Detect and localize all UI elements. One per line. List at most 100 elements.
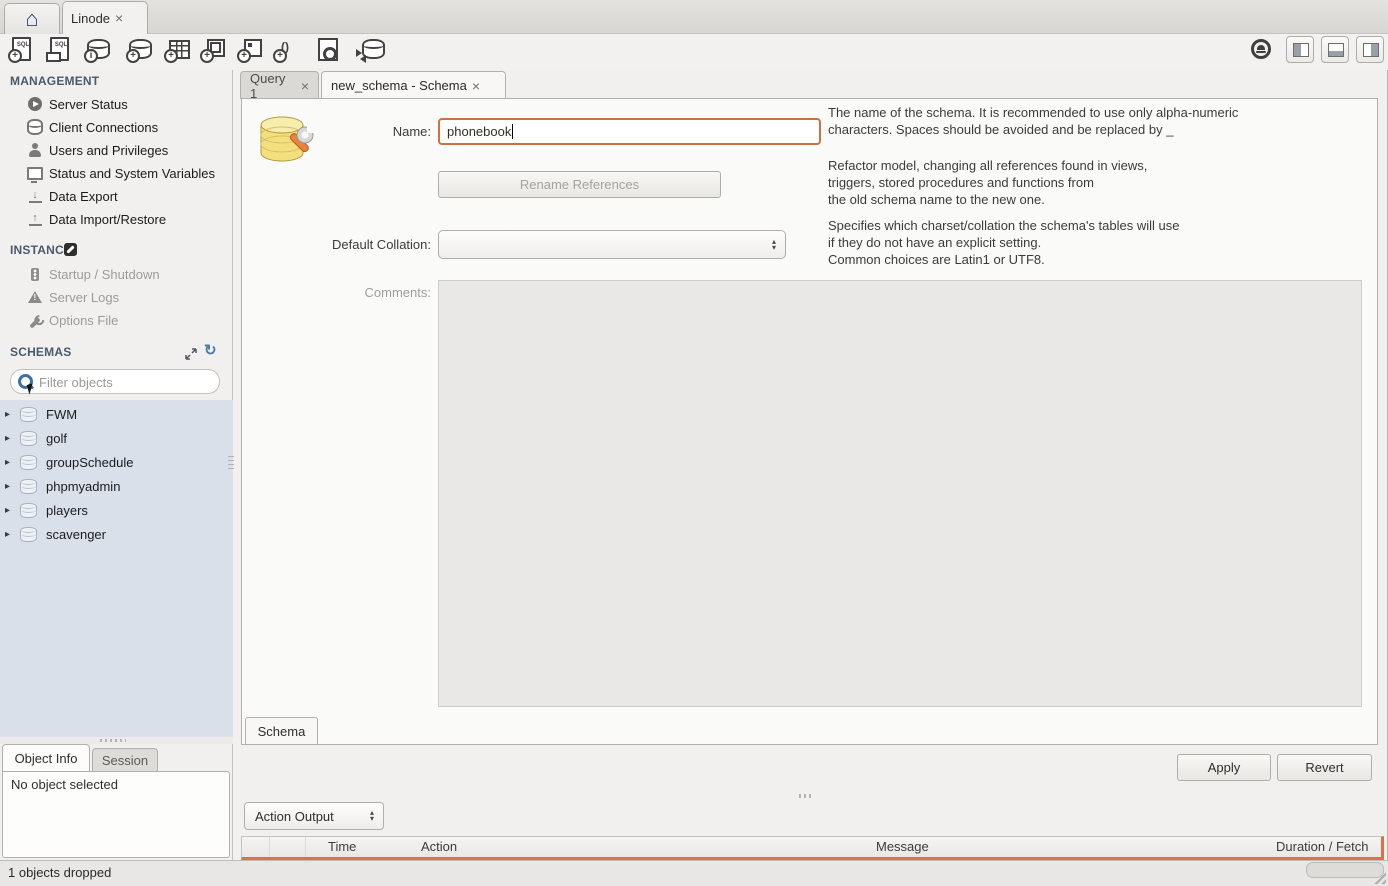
- collation-label: Default Collation:: [282, 237, 431, 252]
- reconnect-dbms-icon[interactable]: [355, 37, 381, 63]
- toggle-right-panel-button[interactable]: [1356, 36, 1384, 63]
- expand-arrow-icon[interactable]: ▸: [5, 433, 16, 444]
- search-table-data-icon[interactable]: [313, 37, 339, 63]
- sidebar-item-server-status[interactable]: Server Status: [0, 93, 233, 115]
- plus-badge-icon: +: [8, 49, 22, 63]
- selector-label: Action Output: [255, 809, 334, 824]
- sidebar-item-data-export[interactable]: ↓ Data Export: [0, 185, 233, 207]
- tab-query-1[interactable]: Query 1 ×: [240, 71, 319, 99]
- spinner-icon: ▴▾: [370, 810, 374, 822]
- notification-icon[interactable]: [1251, 39, 1271, 59]
- schema-editor-panel: Name: phonebook The name of the schema. …: [241, 98, 1378, 745]
- button-label: Revert: [1305, 760, 1343, 775]
- procedure-inner-shape: [248, 43, 252, 47]
- sidebar-vertical-splitter[interactable]: [228, 456, 234, 470]
- instance-wrench-icon: [64, 243, 77, 256]
- schema-list-item-golf[interactable]: ▸ golf: [0, 426, 233, 450]
- startup-shutdown-icon: [27, 268, 43, 281]
- schema-name-label: golf: [46, 431, 67, 446]
- schema-name-input[interactable]: phonebook: [438, 118, 821, 145]
- create-procedure-icon[interactable]: +: [237, 37, 263, 63]
- create-function-icon[interactable]: () +: [273, 37, 299, 63]
- schema-filter-input[interactable]: [37, 372, 217, 393]
- tab-new-schema[interactable]: new_schema - Schema ×: [321, 71, 506, 99]
- apply-button[interactable]: Apply: [1177, 754, 1271, 781]
- schema-name-label: scavenger: [46, 527, 106, 542]
- create-table-icon[interactable]: +: [164, 37, 190, 63]
- panel-left-icon: [1293, 43, 1309, 57]
- schema-name-label: FWM: [46, 407, 77, 422]
- schema-list-item-fwm[interactable]: ▸ FWM: [0, 402, 233, 426]
- horizontal-scrollbar-thumb[interactable]: [1306, 862, 1384, 878]
- create-view-icon[interactable]: +: [200, 37, 226, 63]
- sidebar-item-label: Data Export: [49, 189, 118, 204]
- toggle-left-panel-button[interactable]: [1286, 36, 1314, 63]
- revert-button[interactable]: Revert: [1277, 754, 1372, 781]
- sql-label: SQL: [12, 42, 34, 48]
- tab-object-info[interactable]: Object Info: [2, 744, 90, 771]
- schema-list-item-groupschedule[interactable]: ▸ groupSchedule: [0, 450, 233, 474]
- output-col-action: Action: [421, 839, 457, 854]
- sidebar-item-options-file[interactable]: Options File: [0, 309, 233, 331]
- action-output-selector[interactable]: Action Output ▴▾: [244, 802, 384, 830]
- expand-arrow-icon[interactable]: ▸: [5, 409, 16, 420]
- schema-name-label: phpmyadmin: [46, 479, 120, 494]
- window-tab-bar: ⌂ Linode ×: [0, 0, 1388, 34]
- output-horizontal-splitter[interactable]: [241, 791, 1384, 800]
- create-schema-icon[interactable]: +: [126, 37, 152, 63]
- expand-schemas-icon[interactable]: [184, 347, 198, 361]
- schema-inspector-icon[interactable]: i: [84, 37, 110, 63]
- close-icon[interactable]: ×: [301, 78, 309, 94]
- rename-references-button[interactable]: Rename References: [438, 171, 721, 198]
- toggle-bottom-panel-button[interactable]: [1321, 36, 1349, 63]
- expand-arrow-icon[interactable]: ▸: [5, 481, 16, 492]
- sidebar-item-client-connections[interactable]: Client Connections: [0, 116, 233, 138]
- sidebar-item-system-variables[interactable]: Status and System Variables: [0, 162, 233, 184]
- sidebar-horizontal-splitter[interactable]: [0, 737, 233, 744]
- info-badge-icon: i: [84, 49, 98, 63]
- schema-list-item-players[interactable]: ▸ players: [0, 498, 233, 522]
- collation-dropdown[interactable]: ▴▾: [438, 230, 786, 259]
- connection-tab[interactable]: Linode ×: [62, 1, 148, 34]
- home-tab[interactable]: ⌂: [4, 3, 60, 34]
- comments-textarea[interactable]: [438, 280, 1362, 707]
- sidebar-item-label: Users and Privileges: [49, 143, 168, 158]
- schema-icon: [20, 407, 37, 422]
- server-logs-icon: [27, 291, 43, 303]
- refresh-schemas-icon[interactable]: ↻: [204, 344, 217, 358]
- open-sql-script-icon[interactable]: SQL: [46, 37, 72, 63]
- name-label: Name:: [282, 124, 431, 139]
- expand-arrow-icon[interactable]: ▸: [5, 457, 16, 468]
- text-caret: [512, 124, 513, 139]
- close-icon[interactable]: ×: [115, 10, 123, 26]
- tab-schema-bottom[interactable]: Schema: [245, 717, 318, 744]
- sidebar-item-data-import[interactable]: ↑ Data Import/Restore: [0, 208, 233, 230]
- arrow-shape: [360, 55, 366, 63]
- schema-list: ▸ FWM ▸ golf ▸ groupSchedule ▸ phpmyadmi…: [0, 400, 233, 737]
- tab-label: new_schema - Schema: [331, 78, 467, 93]
- schema-list-item-scavenger[interactable]: ▸ scavenger: [0, 522, 233, 546]
- sidebar-item-server-logs[interactable]: Server Logs: [0, 286, 233, 308]
- sidebar-item-label: Startup / Shutdown: [49, 267, 160, 282]
- schema-icon: [20, 527, 37, 542]
- spinner-icon: ▴▾: [772, 239, 776, 251]
- tab-label: Query 1: [250, 71, 296, 101]
- expand-arrow-icon[interactable]: ▸: [5, 505, 16, 516]
- expand-arrow-icon[interactable]: ▸: [5, 529, 16, 540]
- schema-icon: [20, 479, 37, 494]
- sidebar-item-users-privileges[interactable]: Users and Privileges: [0, 139, 233, 161]
- output-col-message: Message: [876, 839, 929, 854]
- data-export-icon: ↓: [27, 190, 43, 203]
- help-text-name: The name of the schema. It is recommende…: [828, 104, 1388, 138]
- plus-badge-icon: +: [200, 49, 214, 63]
- schema-filter-box[interactable]: [10, 369, 220, 394]
- sidebar-item-label: Server Logs: [49, 290, 119, 305]
- sidebar-item-startup-shutdown[interactable]: Startup / Shutdown: [0, 263, 233, 285]
- new-sql-editor-icon[interactable]: SQL +: [8, 37, 34, 63]
- folder-shape: [46, 52, 61, 62]
- no-object-message: No object selected: [11, 777, 118, 792]
- tab-session[interactable]: Session: [92, 748, 158, 771]
- tab-label: Session: [102, 753, 148, 768]
- close-icon[interactable]: ×: [472, 78, 480, 94]
- schema-list-item-phpmyadmin[interactable]: ▸ phpmyadmin: [0, 474, 233, 498]
